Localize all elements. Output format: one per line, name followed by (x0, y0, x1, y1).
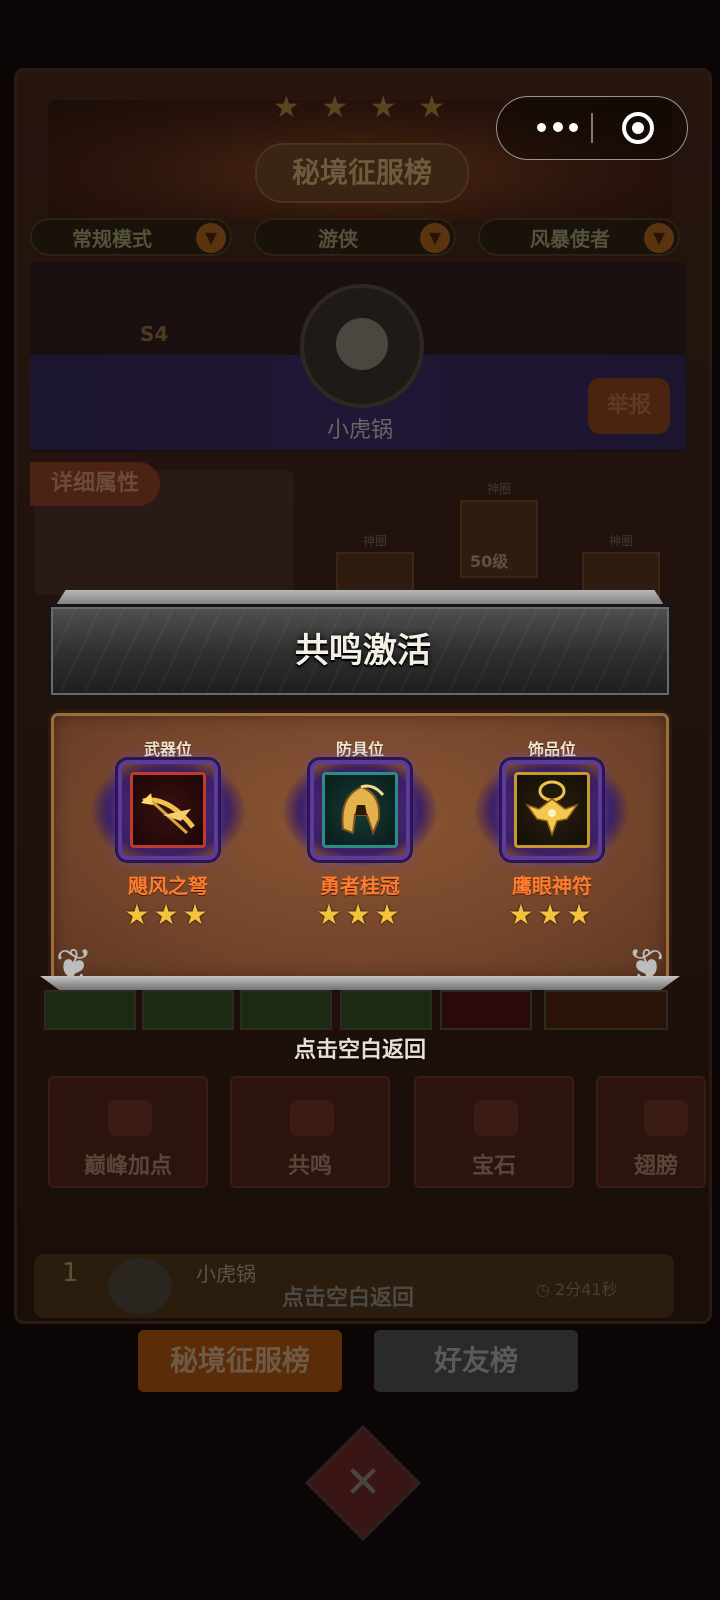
rank-time: ◷ 2分41秒 (536, 1276, 618, 1300)
rank-number: 1 (62, 1258, 79, 1288)
item-name: 勇者桂冠 (320, 874, 400, 898)
item-frame (310, 760, 410, 860)
player-name: 小虎锅 (326, 418, 393, 443)
banner-stars-icon: ★ ★ ★ ★ (272, 90, 452, 125)
miniprogram-capsule (496, 96, 688, 160)
peak-points-label: 巅峰加点 (83, 1154, 172, 1179)
peak-points-icon (108, 1100, 152, 1136)
popup-header: 共鸣激活 (48, 604, 672, 698)
resonance-item-weapon[interactable]: 武器位 飓风之弩 ★★★ (83, 736, 253, 946)
crossbow-icon (141, 793, 195, 835)
resonance-item-armor[interactable]: 防具位 勇者桂冠 ★★★ (275, 736, 445, 946)
detail-attributes-tab[interactable]: 详细属性 (30, 462, 160, 506)
item-frame (502, 760, 602, 860)
target-circle-icon[interactable] (621, 111, 655, 145)
leaderboard-title: 秘境征服榜 (255, 143, 469, 203)
more-dots-icon[interactable] (523, 97, 593, 159)
wings-icon (644, 1100, 688, 1136)
slot-level: 50级 (470, 552, 509, 571)
item-icon-box (322, 772, 398, 848)
avatar (108, 1258, 172, 1314)
filter-class[interactable]: 游侠 ▼ (254, 218, 456, 256)
slot-tag: 神圈 (362, 534, 387, 548)
item-name: 飓风之弩 (128, 874, 208, 898)
avatar (300, 284, 424, 408)
rank-time-label: 2分41秒 (555, 1280, 618, 1299)
slot-tag: 神圈 (608, 534, 633, 548)
season-badge: S4 (140, 322, 169, 346)
report-button[interactable]: 举报 (588, 378, 670, 434)
close-icon: ✕ (344, 1457, 382, 1508)
wings-label: 翅膀 (634, 1154, 679, 1179)
resonance-icon (290, 1100, 334, 1136)
popup-title: 共鸣激活 (295, 631, 431, 671)
eagle-amulet-icon (525, 780, 579, 838)
rank-row-hint: 点击空白返回 (282, 1286, 415, 1311)
rank-player-name: 小虎锅 (196, 1262, 256, 1286)
chevron-down-icon: ▼ (420, 223, 450, 253)
star-rating-icon: ★★★ (124, 898, 212, 931)
resonance-item-accessory[interactable]: 饰品位 鹰眼神符 ★★★ (467, 736, 637, 946)
corner-ornament-icon: ❦ (55, 940, 93, 991)
popup-bottom-trim (40, 976, 680, 990)
gem-icon (474, 1100, 518, 1136)
corner-ornament-icon: ❦ (627, 940, 665, 991)
chevron-down-icon: ▼ (644, 223, 674, 253)
wings-button[interactable]: 翅膀 (596, 1076, 706, 1188)
clock-icon: ◷ (536, 1280, 556, 1299)
gem-button[interactable]: 宝石 (414, 1076, 574, 1188)
item-frame (118, 760, 218, 860)
tab-conquest-board[interactable]: 秘境征服榜 (138, 1330, 342, 1392)
filter-class-label: 游侠 (318, 227, 358, 251)
item-icon-box (130, 772, 206, 848)
tap-blank-to-return[interactable]: 点击空白返回 (0, 1032, 720, 1064)
gem-label: 宝石 (471, 1154, 516, 1179)
capsule-divider (591, 113, 593, 143)
item-icon-box (514, 772, 590, 848)
item-name: 鹰眼神符 (512, 874, 592, 898)
filter-spec[interactable]: 风暴使者 ▼ (478, 218, 680, 256)
filter-mode-label: 常规模式 (72, 227, 152, 251)
peak-points-button[interactable]: 巅峰加点 (48, 1076, 208, 1188)
chevron-down-icon: ▼ (196, 223, 226, 253)
filter-spec-label: 风暴使者 (530, 227, 610, 251)
resonance-label: 共鸣 (287, 1154, 332, 1179)
resonance-popup: 共鸣激活 ❦ ❦ 武器位 飓风之弩 ★★★ 防具位 勇者桂冠 ★★★ 饰品位 鹰… (40, 586, 680, 1010)
golden-helmet-icon (341, 784, 385, 836)
tab-friends-board[interactable]: 好友榜 (374, 1330, 578, 1392)
star-rating-icon: ★★★ (508, 898, 596, 931)
resonance-button[interactable]: 共鸣 (230, 1076, 390, 1188)
close-button[interactable]: ✕ (305, 1425, 421, 1541)
filter-mode[interactable]: 常规模式 ▼ (30, 218, 232, 256)
star-rating-icon: ★★★ (316, 898, 404, 931)
slot-tag: 神圈 (486, 482, 511, 496)
